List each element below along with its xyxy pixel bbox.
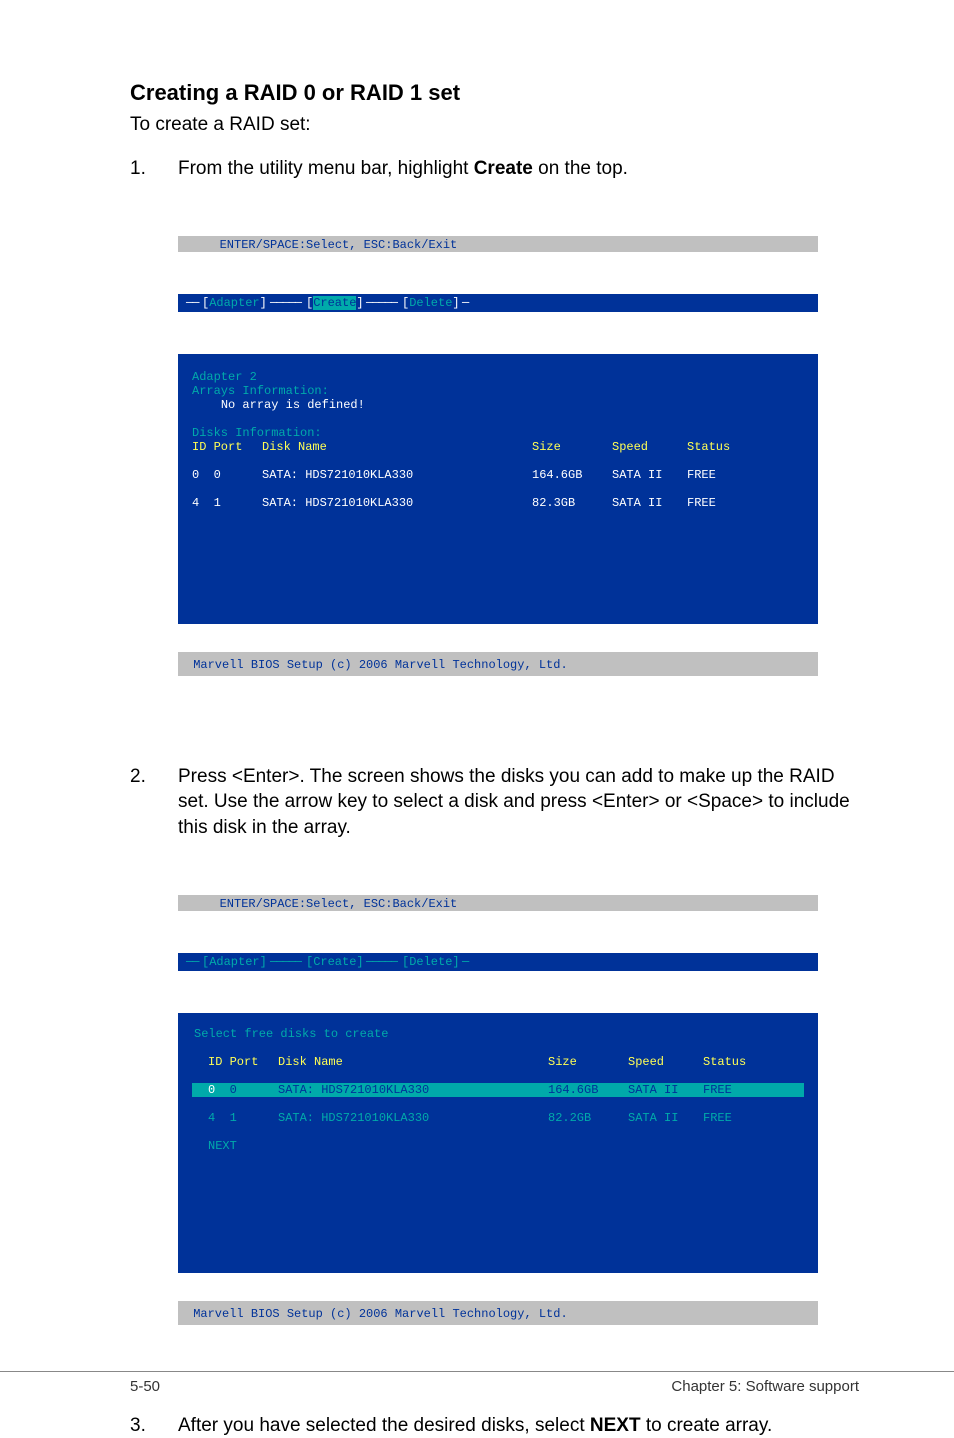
tab-delete: [Delete] — [402, 955, 460, 969]
tab-delete[interactable]: [Delete] — [402, 296, 460, 310]
text-fragment: on the top. — [533, 158, 628, 179]
step-1: 1. From the utility menu bar, highlight … — [130, 156, 859, 182]
bios-hint-bar: ENTER/SPACE:Select, ESC:Back/Exit — [178, 895, 818, 911]
text-fragment: to create array. — [641, 1415, 773, 1436]
bios-hint-text: ENTER/SPACE:Select, ESC:Back/Exit — [220, 238, 458, 252]
bios-panel: Select free disks to create ID PortDisk … — [178, 1013, 818, 1273]
step-number: 1. — [130, 156, 178, 182]
bios-screen-1: ENTER/SPACE:Select, ESC:Back/Exit ── [Ad… — [178, 208, 818, 704]
step-2: 2. Press <Enter>. The screen shows the d… — [130, 764, 859, 841]
tab-create[interactable]: [Create] — [306, 296, 364, 310]
bios-screen-2: ENTER/SPACE:Select, ESC:Back/Exit ── [Ad… — [178, 867, 818, 1353]
bios-hint-bar: ENTER/SPACE:Select, ESC:Back/Exit — [178, 236, 818, 252]
chapter-label: Chapter 5: Software support — [671, 1378, 859, 1395]
page-footer: 5-50 Chapter 5: Software support — [0, 1371, 954, 1378]
bios-tab-line: ── [Adapter] ───── [Create] ───── [Delet… — [178, 953, 818, 971]
step-3: 3. After you have selected the desired d… — [130, 1413, 859, 1438]
no-array-text: No array is defined! — [221, 398, 365, 412]
disk-header-row: ID PortDisk NameSizeSpeedStatus — [192, 440, 804, 454]
popup-disk-row-selected[interactable]: 0 0SATA: HDS721010KLA330164.6GBSATA IIFR… — [192, 1083, 804, 1097]
intro-text: To create a RAID set: — [130, 114, 859, 136]
bios-hint-text: ENTER/SPACE:Select, ESC:Back/Exit — [220, 897, 458, 911]
tab-adapter: [Adapter] — [202, 955, 267, 969]
text-bold: Create — [474, 158, 533, 179]
select-disks-popup: Select free disks to create ID PortDisk … — [192, 1013, 804, 1181]
tab-adapter[interactable]: [Adapter] — [202, 296, 267, 310]
text-bold: NEXT — [590, 1415, 641, 1436]
disk-row[interactable]: 0 0SATA: HDS721010KLA330164.6GBSATA IIFR… — [192, 468, 804, 482]
disks-info-label: Disks Information: — [192, 426, 322, 440]
bios-footer-bar: Marvell BIOS Setup (c) 2006 Marvell Tech… — [178, 1301, 818, 1325]
popup-next-option[interactable]: NEXT — [192, 1139, 804, 1153]
popup-header-row: ID PortDisk NameSizeSpeedStatus — [192, 1055, 804, 1069]
bios-footer-text: Marvell BIOS Setup (c) 2006 Marvell Tech… — [193, 1307, 567, 1321]
text-fragment: After you have selected the desired disk… — [178, 1415, 590, 1436]
bios-panel: Adapter 2 Arrays Information: No array i… — [178, 354, 818, 624]
step-text: Press <Enter>. The screen shows the disk… — [178, 764, 859, 841]
step-text: From the utility menu bar, highlight Cre… — [178, 156, 859, 182]
disk-row[interactable]: 4 1SATA: HDS721010KLA33082.3GBSATA IIFRE… — [192, 496, 804, 510]
page-number: 5-50 — [130, 1378, 160, 1395]
popup-disk-row[interactable]: 4 1SATA: HDS721010KLA33082.2GBSATA IIFRE… — [192, 1111, 804, 1125]
step-number: 3. — [130, 1413, 178, 1438]
bios-footer-bar: Marvell BIOS Setup (c) 2006 Marvell Tech… — [178, 652, 818, 676]
step-number: 2. — [130, 764, 178, 841]
text-fragment: From the utility menu bar, highlight — [178, 158, 474, 179]
section-heading: Creating a RAID 0 or RAID 1 set — [130, 80, 859, 106]
popup-title: Select free disks to create — [192, 1027, 804, 1041]
bios-footer-text: Marvell BIOS Setup (c) 2006 Marvell Tech… — [193, 658, 567, 672]
step-text: After you have selected the desired disk… — [178, 1413, 859, 1438]
bios-tab-line: ── [Adapter] ───── [Create] ───── [Delet… — [178, 294, 818, 312]
tab-create: [Create] — [306, 955, 364, 969]
